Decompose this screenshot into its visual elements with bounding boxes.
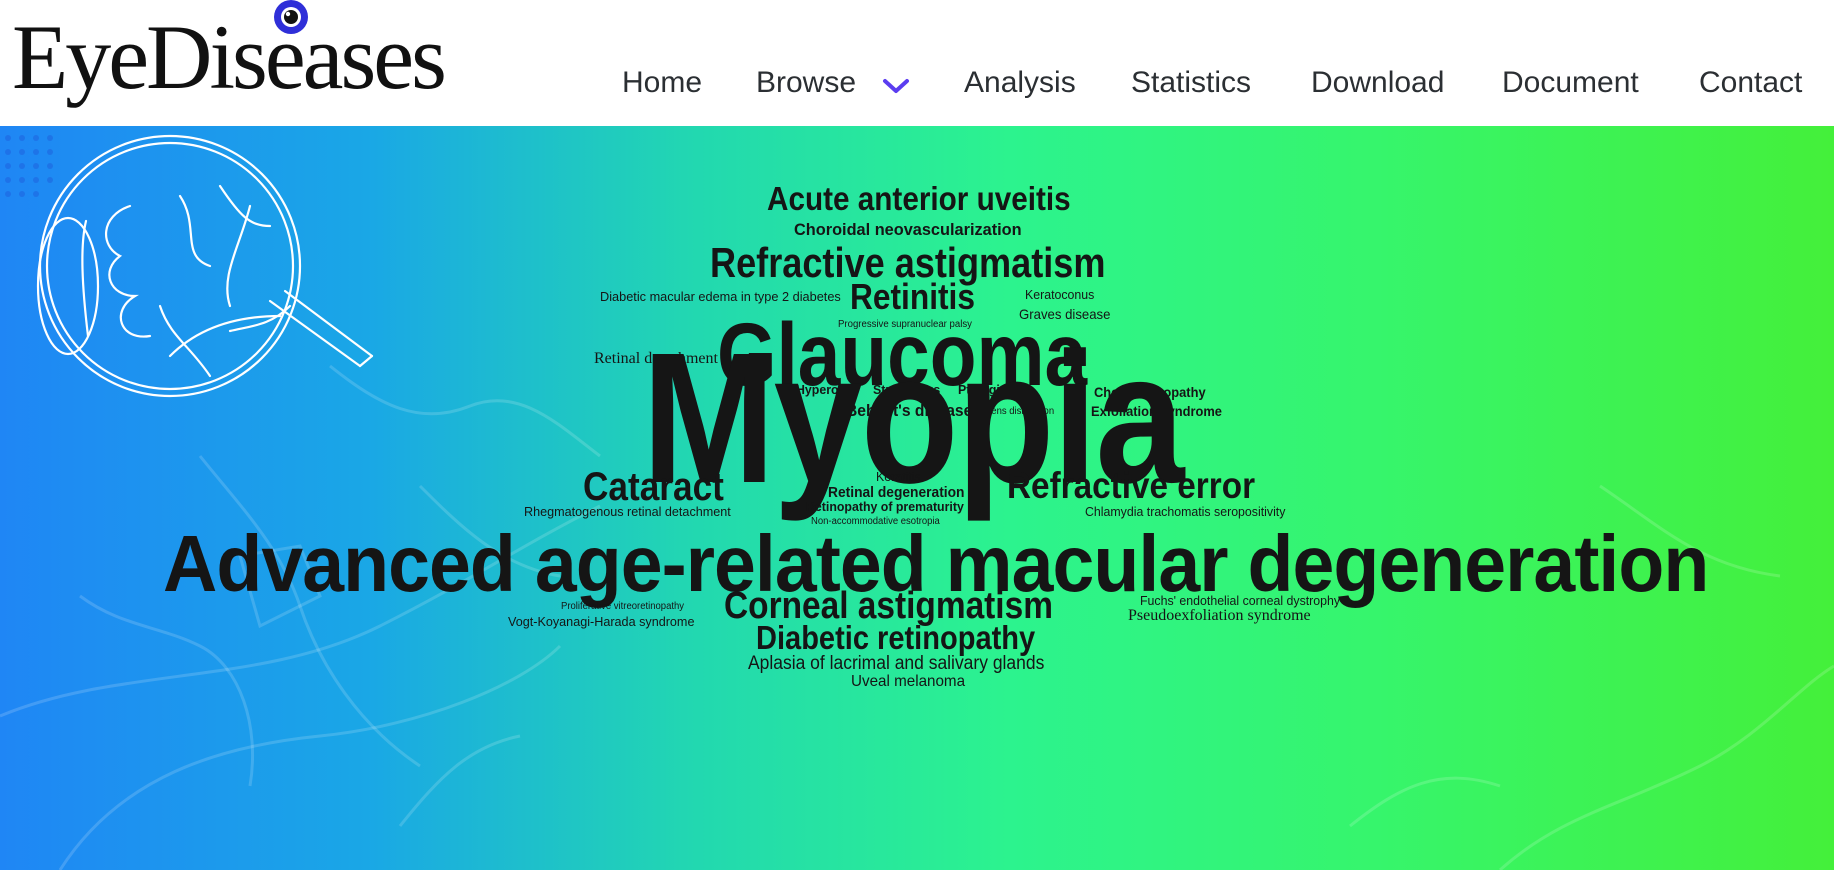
nav-document[interactable]: Document bbox=[1502, 58, 1639, 108]
nav-browse[interactable]: Browse bbox=[756, 58, 856, 108]
eye-logo-dot-icon bbox=[274, 0, 308, 34]
word-cloud-term[interactable]: Refractive error bbox=[1007, 467, 1255, 504]
word-cloud-term[interactable]: Diabetic macular edema in type 2 diabete… bbox=[600, 290, 841, 303]
nav-statistics[interactable]: Statistics bbox=[1131, 58, 1251, 108]
nav-analysis[interactable]: Analysis bbox=[964, 58, 1076, 108]
word-cloud-term[interactable]: Keratitis bbox=[876, 470, 921, 483]
word-cloud-term[interactable]: Fuchs' endothelial corneal dystrophy bbox=[1140, 594, 1340, 607]
word-cloud-term[interactable]: Acute anterior uveitis bbox=[767, 182, 1071, 215]
nav-download[interactable]: Download bbox=[1311, 58, 1444, 108]
word-cloud-term[interactable]: Pseudoexfoliation syndrome bbox=[1128, 608, 1311, 624]
word-cloud-term[interactable]: Retinopathy of prematurity bbox=[806, 500, 964, 513]
word-cloud-term[interactable]: Proliferative vitreoretinopathy bbox=[561, 602, 684, 612]
hero-banner: Acute anterior uveitis Choroidal neovasc… bbox=[0, 126, 1834, 870]
word-cloud-term[interactable]: Vogt-Koyanagi-Harada syndrome bbox=[508, 615, 694, 628]
disease-word-cloud: Acute anterior uveitis Choroidal neovasc… bbox=[0, 126, 1834, 870]
nav-contact[interactable]: Contact bbox=[1699, 58, 1802, 108]
word-cloud-term[interactable]: Uveal melanoma bbox=[851, 674, 965, 690]
site-header: EyeDiseases Home Browse Analysis Statist… bbox=[0, 0, 1834, 126]
word-cloud-term[interactable]: Keratoconus bbox=[1025, 288, 1094, 301]
nav-home[interactable]: Home bbox=[622, 58, 702, 108]
word-cloud-term[interactable]: Chlamydia trachomatis seropositivity bbox=[1085, 505, 1285, 518]
word-cloud-term[interactable]: Aplasia of lacrimal and salivary glands bbox=[748, 654, 1044, 673]
chevron-down-icon[interactable] bbox=[881, 76, 911, 96]
word-cloud-term[interactable]: Choroidal neovascularization bbox=[794, 221, 1022, 238]
word-cloud-term[interactable]: Diabetic retinopathy bbox=[756, 621, 1035, 654]
word-cloud-term[interactable]: Retinal degeneration bbox=[828, 485, 964, 500]
word-cloud-term[interactable]: Cataract bbox=[583, 467, 724, 507]
word-cloud-term[interactable]: Rhegmatogenous retinal detachment bbox=[524, 505, 731, 518]
site-logo[interactable]: EyeDiseases bbox=[12, 2, 447, 112]
